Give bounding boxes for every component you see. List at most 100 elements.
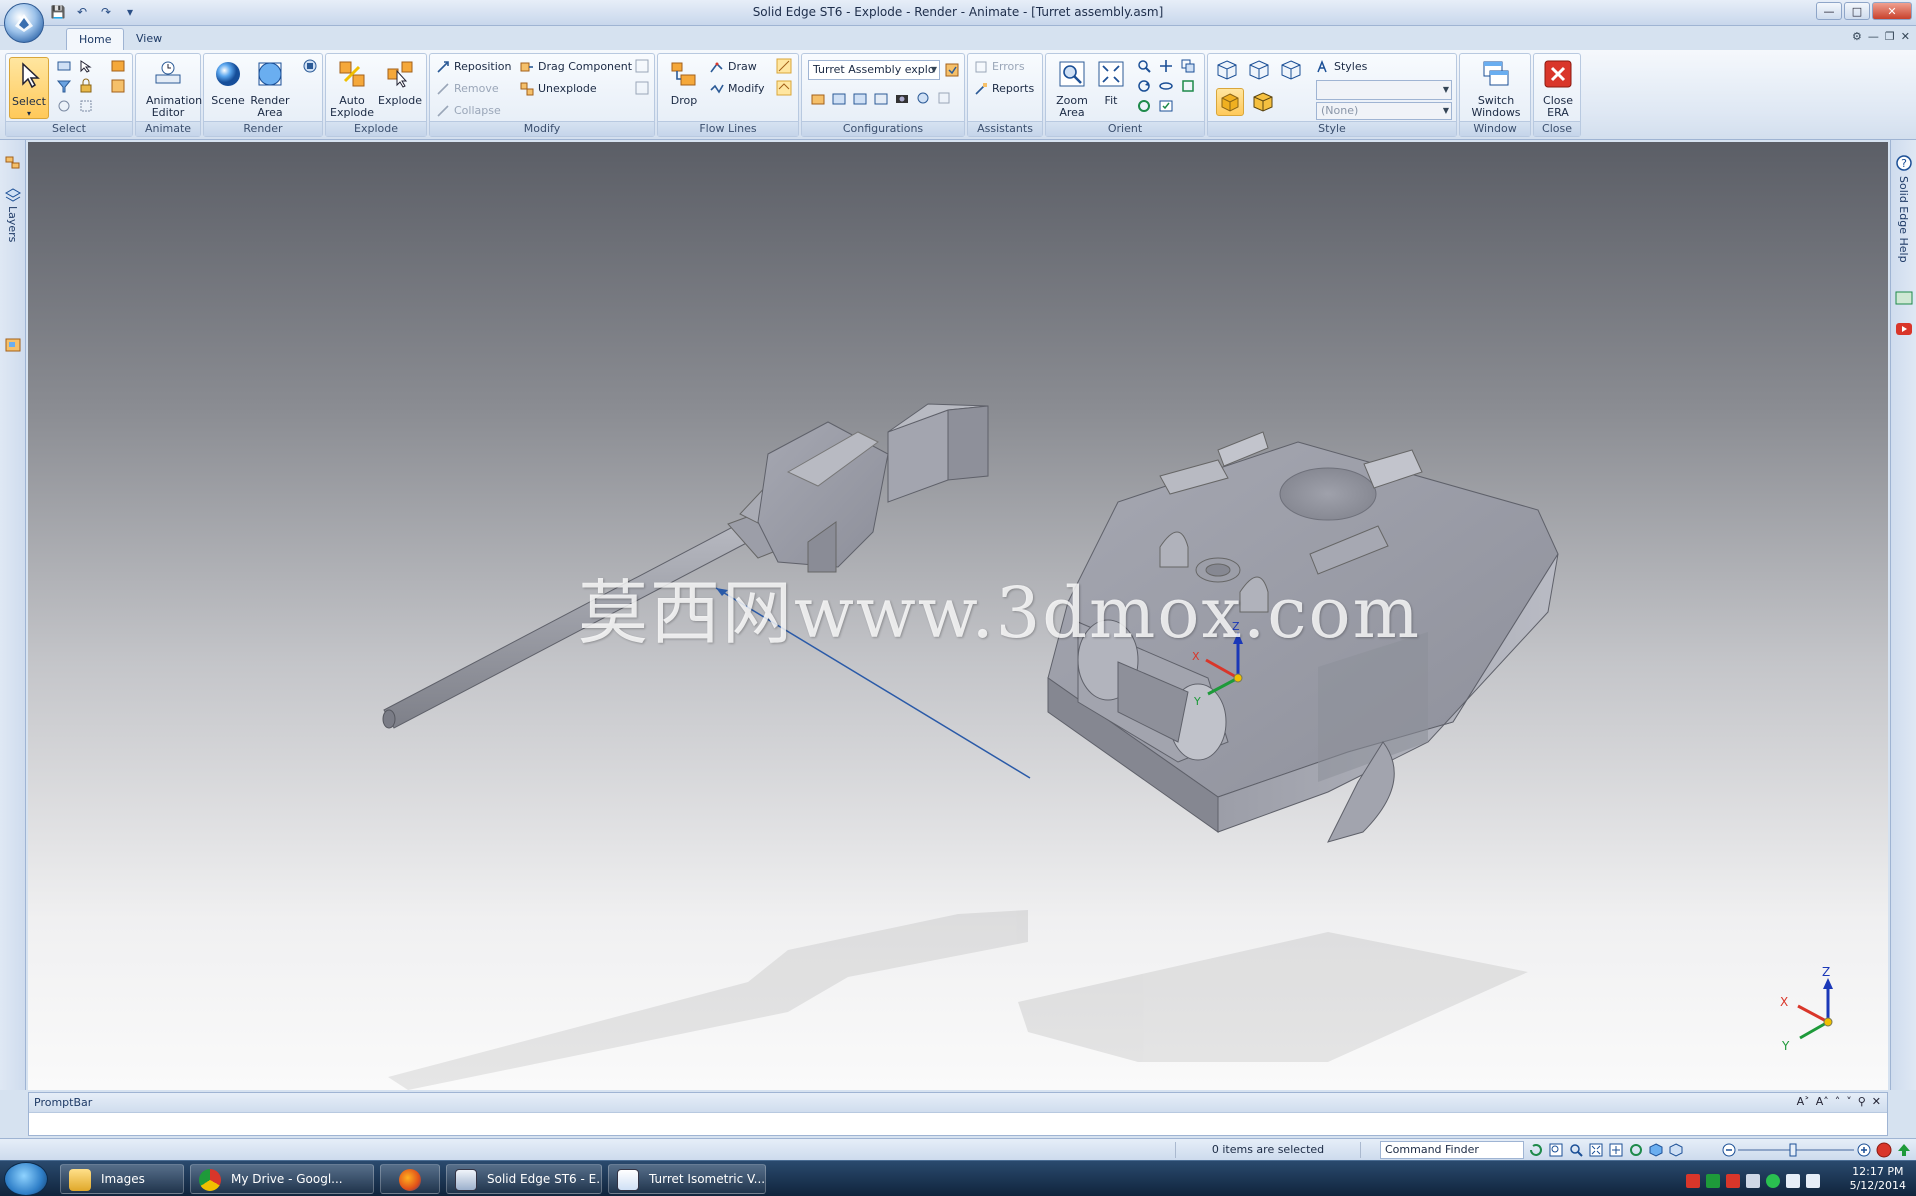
highlight-icon[interactable] bbox=[110, 58, 126, 74]
drag-component-button[interactable]: Drag Component bbox=[520, 58, 632, 76]
shaded-mode-button[interactable] bbox=[1216, 88, 1244, 116]
tray-cloud-icon[interactable] bbox=[1746, 1174, 1760, 1188]
drop-button[interactable]: Drop bbox=[662, 57, 706, 119]
camera-icon[interactable] bbox=[894, 90, 910, 106]
doc-restore-icon[interactable]: ❐ bbox=[1885, 30, 1895, 43]
command-finder-input[interactable]: Command Finder bbox=[1380, 1141, 1524, 1159]
flow-line-toggle-icon[interactable] bbox=[776, 58, 792, 74]
collapse-down-icon[interactable]: ˅ bbox=[1846, 1095, 1852, 1108]
config-tool-3-icon[interactable] bbox=[852, 90, 868, 106]
tray-sync-icon[interactable] bbox=[1766, 1174, 1780, 1188]
scene-button[interactable]: Scene bbox=[208, 57, 248, 119]
task-solid-edge[interactable]: Solid Edge ST6 - E... bbox=[446, 1164, 602, 1194]
view-check-icon[interactable] bbox=[1158, 98, 1174, 114]
pan-status-icon[interactable] bbox=[1608, 1142, 1624, 1158]
pathfinder-icon[interactable] bbox=[4, 154, 22, 172]
solid-edge-help-tab[interactable]: Solid Edge Help bbox=[1897, 176, 1910, 263]
arrow-up-green-icon[interactable] bbox=[1896, 1142, 1912, 1158]
lock-icon[interactable] bbox=[78, 78, 94, 94]
remove-button[interactable]: Remove bbox=[436, 80, 499, 98]
zoom-area-button[interactable]: Zoom Area bbox=[1050, 57, 1094, 119]
flow-line-display-icon[interactable] bbox=[776, 80, 792, 96]
help-options-icon[interactable]: ⚙ bbox=[1852, 30, 1862, 43]
rotate-icon[interactable] bbox=[1136, 78, 1152, 94]
task-firefox[interactable] bbox=[380, 1164, 440, 1194]
maximize-button[interactable]: □ bbox=[1844, 2, 1870, 20]
record-icon[interactable] bbox=[1876, 1142, 1892, 1158]
reports-button[interactable]: Reports bbox=[974, 80, 1034, 98]
box-select-icon[interactable] bbox=[78, 98, 94, 114]
application-button[interactable] bbox=[4, 3, 44, 43]
bind-icon[interactable] bbox=[634, 58, 650, 74]
show-hide-icon[interactable] bbox=[110, 78, 126, 94]
system-clock[interactable]: 12:17 PM 5/12/2014 bbox=[1850, 1165, 1906, 1193]
font-size-small-icon[interactable]: A˄ bbox=[1816, 1095, 1829, 1108]
select-arrow-box-icon[interactable] bbox=[78, 58, 94, 74]
draw-button[interactable]: Draw bbox=[710, 58, 757, 76]
dimetric-view-cube-icon[interactable] bbox=[1248, 59, 1270, 81]
switch-windows-button[interactable]: Switch Windows bbox=[1470, 57, 1522, 119]
pan-icon[interactable] bbox=[1158, 58, 1174, 74]
styles-button[interactable]: Styles bbox=[1316, 58, 1367, 76]
trimetric-view-cube-icon[interactable] bbox=[1280, 59, 1302, 81]
tray-network-icon[interactable] bbox=[1786, 1174, 1800, 1188]
doc-minimize-icon[interactable]: — bbox=[1868, 30, 1879, 43]
style-select-bottom[interactable]: (None) ▼ bbox=[1316, 102, 1452, 120]
close-era-button[interactable]: Close ERA bbox=[1536, 57, 1580, 119]
errors-button[interactable]: Errors bbox=[974, 58, 1025, 76]
feature-library-icon[interactable] bbox=[4, 336, 22, 354]
render-area-button[interactable]: Render Area bbox=[248, 57, 292, 119]
rotate-status-icon[interactable] bbox=[1628, 1142, 1644, 1158]
animation-editor-button[interactable]: Animation Editor bbox=[146, 57, 202, 119]
zoom-icon[interactable] bbox=[1136, 58, 1152, 74]
task-turret-isometric[interactable]: Turret Isometric V... bbox=[608, 1164, 766, 1194]
tab-view[interactable]: View bbox=[124, 28, 174, 50]
zoom-area-status-icon[interactable] bbox=[1548, 1142, 1564, 1158]
save-configuration-icon[interactable] bbox=[944, 62, 960, 78]
config-tool-6-icon[interactable] bbox=[915, 90, 931, 106]
named-views-icon[interactable] bbox=[1180, 78, 1196, 94]
layers-icon[interactable] bbox=[4, 186, 22, 204]
refresh-view-icon[interactable] bbox=[1136, 98, 1152, 114]
zoom-slider[interactable] bbox=[1722, 1143, 1872, 1157]
start-button[interactable] bbox=[4, 1162, 48, 1196]
select-mode-icon[interactable] bbox=[56, 98, 72, 114]
named-view-status-icon[interactable] bbox=[1668, 1142, 1684, 1158]
zoom-status-icon[interactable] bbox=[1568, 1142, 1584, 1158]
close-window-button[interactable]: ✕ bbox=[1872, 2, 1912, 20]
font-size-icon[interactable]: A˃ bbox=[1797, 1095, 1810, 1108]
minimize-button[interactable]: — bbox=[1816, 2, 1842, 20]
tray-security-icon[interactable] bbox=[1686, 1174, 1700, 1188]
tray-volume-icon[interactable] bbox=[1806, 1174, 1820, 1188]
pin-icon[interactable]: ⚲ bbox=[1858, 1095, 1866, 1108]
task-images[interactable]: Images bbox=[60, 1164, 184, 1194]
style-select-top[interactable]: ▼ bbox=[1316, 80, 1452, 100]
layers-tab[interactable]: Layers bbox=[6, 206, 19, 242]
spin-icon[interactable] bbox=[1158, 78, 1174, 94]
view-copy-icon[interactable] bbox=[1180, 58, 1196, 74]
filter-icon[interactable] bbox=[56, 78, 72, 94]
youtube-icon[interactable] bbox=[1895, 320, 1913, 338]
unexplode-button[interactable]: Unexplode bbox=[520, 80, 597, 98]
render-settings-icon[interactable] bbox=[302, 58, 318, 74]
config-tool-2-icon[interactable] bbox=[831, 90, 847, 106]
select-tool-icon[interactable] bbox=[56, 58, 72, 74]
shaded-edges-cube-icon[interactable] bbox=[1252, 91, 1274, 113]
view-cube-status-icon[interactable] bbox=[1648, 1142, 1664, 1158]
help-question-icon[interactable]: ? bbox=[1895, 154, 1913, 172]
explode-button[interactable]: Explode bbox=[378, 57, 422, 119]
config-tool-4-icon[interactable] bbox=[873, 90, 889, 106]
graphics-viewport[interactable]: Z X Y Z X Y 莫西网www.3dmox.com bbox=[28, 142, 1888, 1090]
refresh-icon[interactable] bbox=[1528, 1142, 1544, 1158]
tray-alert-icon[interactable] bbox=[1726, 1174, 1740, 1188]
configuration-select[interactable]: Turret Assembly explo ▼ bbox=[808, 60, 940, 80]
community-icon[interactable] bbox=[1895, 290, 1913, 306]
doc-close-icon[interactable]: ✕ bbox=[1901, 30, 1910, 43]
iso-view-cube-icon[interactable] bbox=[1216, 59, 1238, 81]
tray-flag-icon[interactable] bbox=[1706, 1174, 1720, 1188]
select-button[interactable]: Select ▾ bbox=[9, 57, 49, 119]
task-chrome[interactable]: My Drive - Googl... bbox=[190, 1164, 374, 1194]
fit-button[interactable]: Fit bbox=[1092, 57, 1130, 119]
config-tool-1-icon[interactable] bbox=[810, 90, 826, 106]
modify-flow-line-button[interactable]: Modify bbox=[710, 80, 764, 98]
